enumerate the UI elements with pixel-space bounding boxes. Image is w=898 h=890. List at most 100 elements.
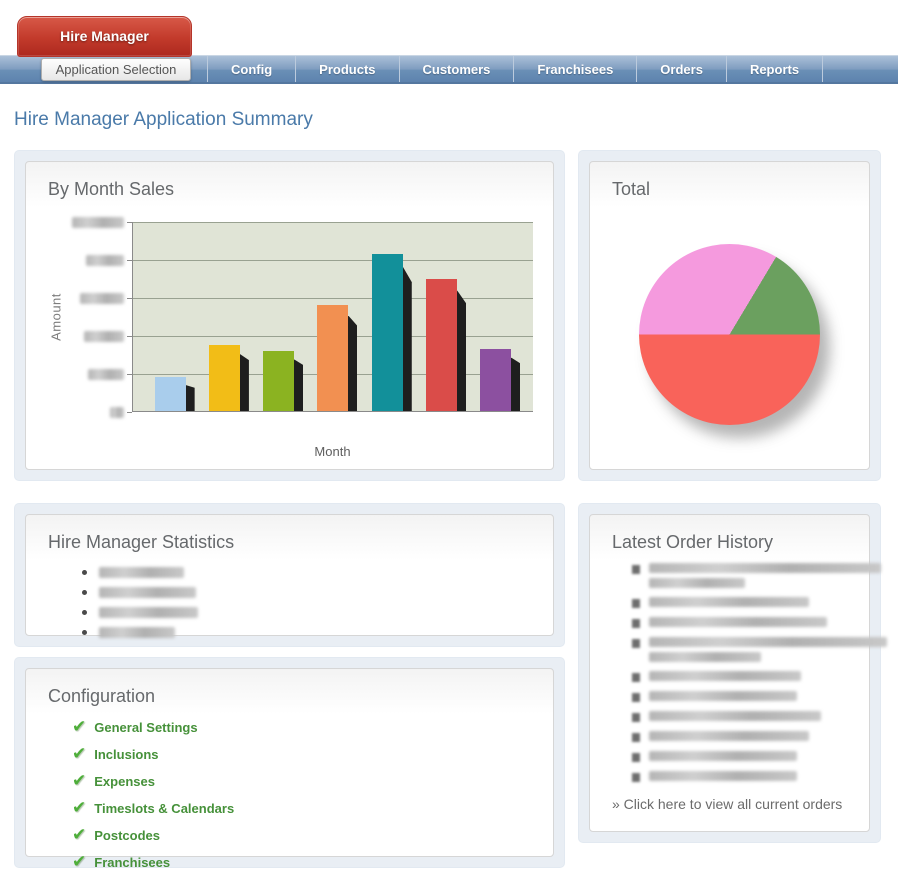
configuration-title: Configuration [48,686,533,707]
config-item-franchisees[interactable]: ✔ Franchisees [72,852,533,872]
check-icon: ✔ [72,744,86,764]
bar-slot [263,351,294,411]
bar [209,345,240,411]
config-item-label: Timeslots & Calendars [94,801,234,816]
latest-order-history-panel: Latest Order History » Click here to vie… [578,503,881,843]
left-column: By Month Sales Amount Month Hire Manager… [14,150,565,868]
statistics-panel: Hire Manager Statistics [14,503,565,647]
bar [155,377,186,411]
nav-tab-config[interactable]: Config [207,56,295,82]
order-item-redacted[interactable] [632,731,849,742]
nav-tab-orders[interactable]: Orders [636,56,726,82]
bar-slot [372,254,403,411]
y-tick-label-redacted [110,406,132,418]
order-item-redacted[interactable] [632,771,849,782]
config-item-label: Expenses [94,774,155,789]
list-marker-icon [632,753,640,762]
nav-tab-products[interactable]: Products [295,56,398,82]
order-item-redacted[interactable] [632,671,849,682]
nav-tab-franchisees[interactable]: Franchisees [513,56,636,82]
main-navbar: Application Selection Config Products Cu… [0,55,898,84]
y-axis-label: Amount [46,222,66,412]
configuration-panel: Configuration ✔ General Settings ✔ Inclu… [14,657,565,868]
configuration-list: ✔ General Settings ✔ Inclusions ✔ Expens… [72,717,533,872]
bar-chart-plot [132,222,533,412]
latest-order-history-title: Latest Order History [612,532,849,553]
list-marker-icon [632,599,640,608]
total-title: Total [612,179,849,200]
check-icon: ✔ [72,825,86,845]
y-tick-label-redacted [86,254,132,266]
x-axis-label: Month [132,444,533,459]
nav-tabs: Config Products Customers Franchisees Or… [207,56,823,82]
bar [426,279,457,411]
app-header: Hire Manager Application Selection Confi… [0,0,898,84]
config-item-label: Inclusions [94,747,158,762]
y-tick-label-redacted [88,368,132,380]
check-icon: ✔ [72,798,86,818]
config-item-label: General Settings [94,720,197,735]
y-tick-label-redacted [72,216,132,228]
config-item-timeslots-calendars[interactable]: ✔ Timeslots & Calendars [72,798,533,818]
statistics-list [82,567,533,638]
bar-chart: Amount [46,222,533,412]
list-marker-icon [632,639,640,648]
check-icon: ✔ [72,771,86,791]
bar [372,254,403,411]
list-marker-icon [632,693,640,702]
statistic-item-redacted [82,607,533,618]
list-marker-icon [632,619,640,628]
config-item-expenses[interactable]: ✔ Expenses [72,771,533,791]
bar-series [133,222,533,411]
statistic-item-redacted [82,587,533,598]
bar [480,349,511,411]
y-tick-label-redacted [80,292,132,304]
bullet-icon [82,570,87,575]
pie-chart [610,244,849,425]
order-item-redacted[interactable] [632,563,849,588]
y-axis-ticks [66,222,132,412]
nav-tab-customers[interactable]: Customers [399,56,514,82]
list-marker-icon [632,733,640,742]
pie-graphic [639,244,820,425]
check-icon: ✔ [72,717,86,737]
bar [263,351,294,411]
bullet-icon [82,590,87,595]
list-marker-icon [632,713,640,722]
view-all-orders-link[interactable]: » Click here to view all current orders [612,796,849,812]
config-item-postcodes[interactable]: ✔ Postcodes [72,825,533,845]
total-panel: Total [578,150,881,481]
config-item-inclusions[interactable]: ✔ Inclusions [72,744,533,764]
bar-slot [155,377,186,411]
bar-slot [480,349,511,411]
order-item-redacted[interactable] [632,637,849,662]
bullet-icon [82,610,87,615]
statistic-item-redacted [82,567,533,578]
order-item-redacted[interactable] [632,711,849,722]
order-item-redacted[interactable] [632,597,849,608]
bar-slot [426,279,457,411]
order-item-redacted[interactable] [632,691,849,702]
brand-logo-tab[interactable]: Hire Manager [17,16,192,57]
nav-tab-reports[interactable]: Reports [726,56,823,82]
by-month-sales-title: By Month Sales [48,179,533,200]
config-item-label: Postcodes [94,828,160,843]
order-item-redacted[interactable] [632,617,849,628]
list-marker-icon [632,773,640,782]
bullet-icon [82,630,87,635]
check-icon: ✔ [72,852,86,872]
config-item-label: Franchisees [94,855,170,870]
bar-slot [209,345,240,411]
statistics-title: Hire Manager Statistics [48,532,533,553]
bar [317,305,348,411]
bar-slot [317,305,348,411]
application-selection-button[interactable]: Application Selection [41,58,191,81]
order-item-redacted[interactable] [632,751,849,762]
page-title: Hire Manager Application Summary [14,109,898,131]
dashboard-content: By Month Sales Amount Month Hire Manager… [0,150,898,868]
y-tick-label-redacted [84,330,132,342]
config-item-general-settings[interactable]: ✔ General Settings [72,717,533,737]
right-column: Total Latest Order History » Click here … [578,150,881,843]
statistic-item-redacted [82,627,533,638]
list-marker-icon [632,673,640,682]
